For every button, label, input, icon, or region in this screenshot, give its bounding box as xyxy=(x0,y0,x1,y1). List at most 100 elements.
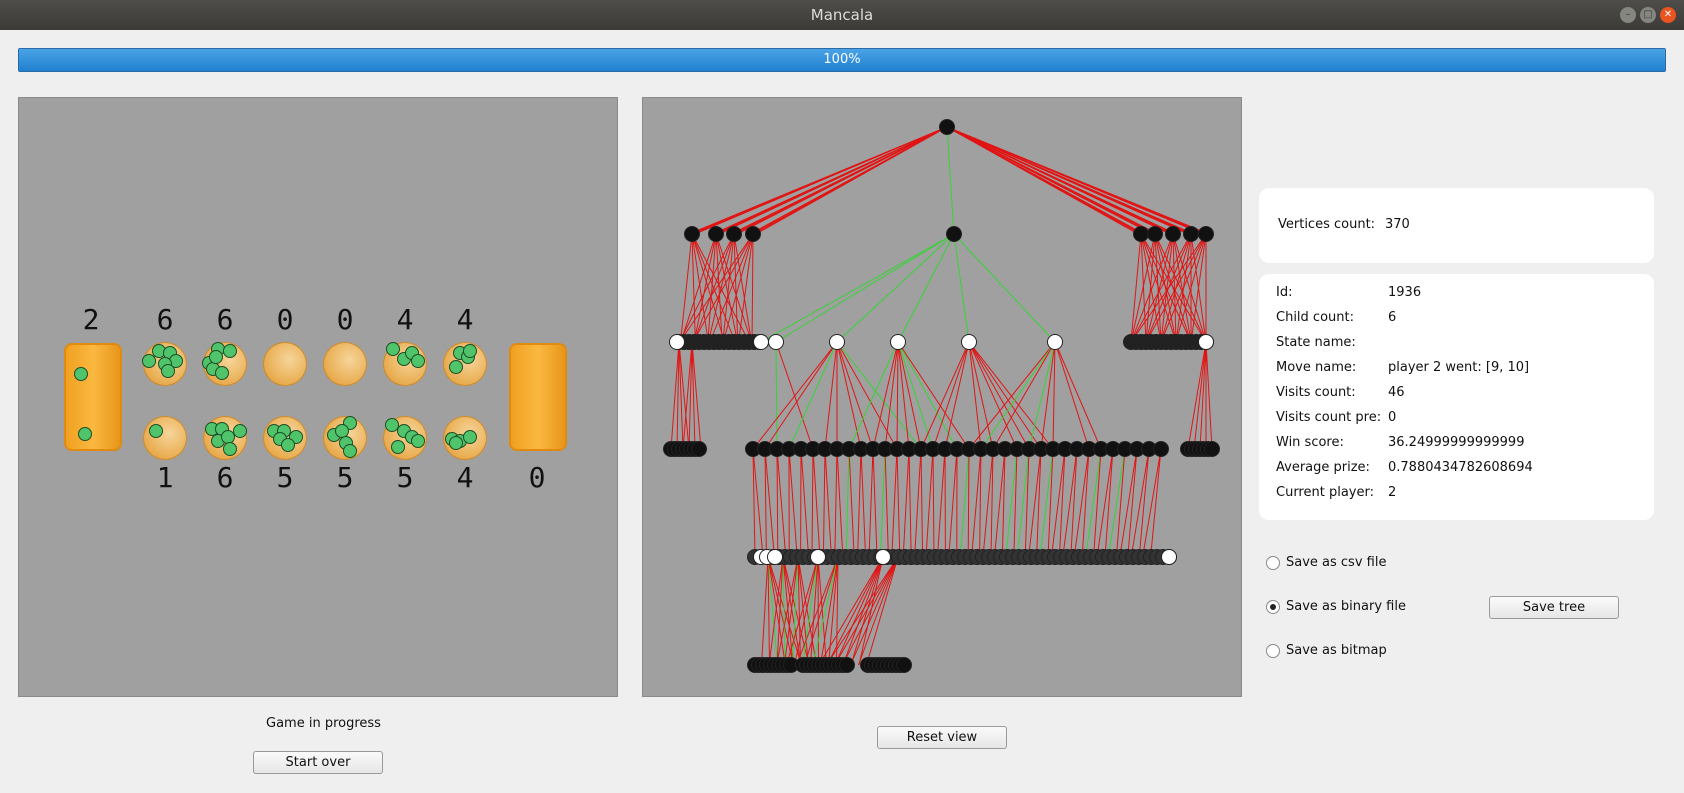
tree-node[interactable] xyxy=(840,658,855,673)
tree-edge xyxy=(869,449,873,557)
tree-canvas[interactable] xyxy=(643,98,1241,696)
tree-edge xyxy=(837,234,954,342)
search-tree-view[interactable] xyxy=(642,97,1242,697)
tree-node[interactable] xyxy=(1162,550,1177,565)
save-csv-label[interactable]: Save as csv file xyxy=(1286,555,1386,570)
tree-edge xyxy=(762,557,769,665)
tree-edge xyxy=(1139,449,1149,557)
tree-edge xyxy=(846,449,849,557)
right-store-count: 0 xyxy=(517,461,557,494)
tree-edge xyxy=(776,234,954,342)
bottom-pit[interactable] xyxy=(323,416,367,460)
tree-root-node[interactable] xyxy=(940,120,955,135)
tree-node[interactable] xyxy=(768,550,783,565)
tree-node[interactable] xyxy=(746,227,761,242)
tree-edge xyxy=(1128,449,1137,557)
right-store[interactable] xyxy=(509,343,567,451)
tree-edge xyxy=(835,449,837,557)
tree-node[interactable] xyxy=(692,442,707,457)
tree-edge xyxy=(933,449,934,557)
left-store[interactable] xyxy=(64,343,122,451)
maximize-icon[interactable]: □ xyxy=(1640,7,1656,23)
tree-node[interactable] xyxy=(1148,227,1163,242)
bottom-pit[interactable] xyxy=(443,416,487,460)
tree-node[interactable] xyxy=(876,550,891,565)
tree-edge xyxy=(969,342,1041,449)
stone xyxy=(449,436,463,450)
stone xyxy=(233,424,247,438)
save-tree-button[interactable]: Save tree xyxy=(1489,596,1619,619)
tree-edge xyxy=(937,449,945,557)
save-binary-radio[interactable] xyxy=(1266,600,1280,614)
tree-edge xyxy=(1055,342,1101,449)
tree-node[interactable] xyxy=(962,335,977,350)
tree-node[interactable] xyxy=(1199,227,1214,242)
tree-node[interactable] xyxy=(1205,442,1220,457)
tree-node[interactable] xyxy=(1199,335,1214,350)
tree-node[interactable] xyxy=(709,227,724,242)
tree-node[interactable] xyxy=(891,335,906,350)
tree-node[interactable] xyxy=(670,335,685,350)
tree-node[interactable] xyxy=(1166,227,1181,242)
info-value-visits-count-pre: 0 xyxy=(1388,410,1396,425)
tree-edge xyxy=(1105,449,1113,557)
tree-node[interactable] xyxy=(769,335,784,350)
tree-node[interactable] xyxy=(1134,227,1149,242)
bottom-pit[interactable] xyxy=(143,416,187,460)
tree-node[interactable] xyxy=(1154,442,1169,457)
bottom-pit[interactable] xyxy=(263,416,307,460)
top-pit[interactable] xyxy=(263,342,307,386)
tree-edge xyxy=(1131,449,1149,557)
reset-view-button[interactable]: Reset view xyxy=(877,726,1007,749)
info-label-average-prize: Average prize: xyxy=(1276,460,1370,475)
info-value-current-player: 2 xyxy=(1388,485,1396,500)
save-bitmap-radio[interactable] xyxy=(1266,644,1280,658)
tree-edge xyxy=(761,234,954,342)
tree-edge xyxy=(947,127,954,234)
mancala-board: 2 6 6 0 0 4 4 1 6 5 5 5 4 0 xyxy=(18,97,618,697)
tree-edge xyxy=(954,234,1055,342)
stone xyxy=(463,430,477,444)
save-binary-label[interactable]: Save as binary file xyxy=(1286,599,1406,614)
tree-node[interactable] xyxy=(1184,227,1199,242)
tree-edge xyxy=(1040,449,1053,557)
stone xyxy=(223,442,237,456)
bottom-pit[interactable] xyxy=(203,416,247,460)
info-label-visits-count-pre: Visits count pre: xyxy=(1276,410,1381,425)
tree-node[interactable] xyxy=(897,658,912,673)
tree-edge xyxy=(949,449,957,557)
top-pit-count: 0 xyxy=(325,303,365,336)
save-bitmap-label[interactable]: Save as bitmap xyxy=(1286,643,1387,658)
top-pit[interactable] xyxy=(143,342,187,386)
tree-edge xyxy=(960,449,969,557)
top-pit[interactable] xyxy=(383,342,427,386)
stone xyxy=(411,434,425,448)
tree-edge xyxy=(756,127,947,234)
tree-node[interactable] xyxy=(830,335,845,350)
close-icon[interactable]: ✕ xyxy=(1660,7,1676,23)
top-pit-count: 0 xyxy=(265,303,305,336)
start-over-button[interactable]: Start over xyxy=(253,751,383,774)
tree-node[interactable] xyxy=(685,227,700,242)
top-pit[interactable] xyxy=(443,342,487,386)
tree-edge xyxy=(909,449,911,557)
tree-edge xyxy=(885,342,898,449)
tree-node[interactable] xyxy=(1048,335,1063,350)
bottom-pit[interactable] xyxy=(383,416,427,460)
tree-node[interactable] xyxy=(811,550,826,565)
tree-edge xyxy=(1048,449,1053,557)
tree-node[interactable] xyxy=(727,227,742,242)
tree-edge xyxy=(897,449,900,557)
tree-edge xyxy=(954,234,969,342)
tree-edge xyxy=(694,234,716,342)
top-pit[interactable] xyxy=(323,342,367,386)
minimize-icon[interactable]: – xyxy=(1620,7,1636,23)
tree-edge xyxy=(837,342,873,449)
save-csv-radio[interactable] xyxy=(1266,556,1280,570)
tree-node[interactable] xyxy=(754,335,769,350)
tree-edge xyxy=(921,342,969,449)
tree-selected-node[interactable] xyxy=(947,227,962,242)
info-label-current-player: Current player: xyxy=(1276,485,1374,500)
tree-edge xyxy=(947,127,1209,234)
top-pit[interactable] xyxy=(203,342,247,386)
